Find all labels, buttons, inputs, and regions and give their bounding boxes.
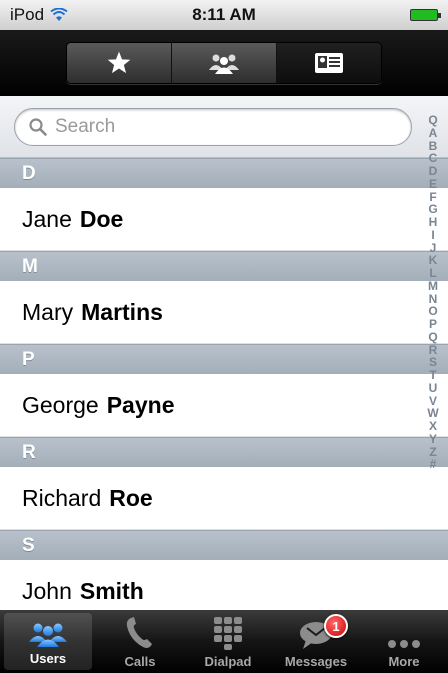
users-icon [29, 623, 67, 647]
tab-users[interactable]: Users [4, 613, 92, 670]
segment-contacts[interactable] [277, 43, 381, 83]
phone-icon [126, 617, 152, 648]
tab-label: Users [29, 651, 67, 666]
star-icon [107, 51, 131, 74]
contact-first-name: John [22, 577, 72, 604]
contact-first-name: George [22, 391, 99, 418]
index-letter[interactable]: M [428, 279, 438, 293]
search-placeholder: Search [55, 116, 116, 137]
tab-more[interactable]: More [360, 610, 448, 673]
tab-calls[interactable]: Calls [96, 610, 184, 673]
contact-row[interactable]: George Payne [0, 374, 448, 437]
segment-groups[interactable] [172, 43, 277, 83]
search-input[interactable]: Search [14, 108, 412, 146]
contact-last-name: Roe [109, 484, 153, 511]
alphabet-index[interactable]: Q A B C D E F G H I J K L M N O P Q R S T U V W X Y Z # [422, 114, 444, 471]
tab-label: More [388, 654, 420, 669]
section-letter: M [22, 255, 38, 277]
section-header: R [0, 437, 448, 467]
tab-label: Dialpad [204, 654, 252, 669]
tab-label: Calls [124, 654, 156, 669]
contact-row[interactable]: Richard Roe [0, 467, 448, 530]
dialpad-icon [214, 617, 242, 650]
section-header: S [0, 530, 448, 560]
unread-badge: 1 [324, 614, 348, 638]
status-bar: iPod 8:11 AM [0, 0, 448, 30]
tab-messages[interactable]: 1 Messages [272, 610, 360, 673]
index-letter[interactable]: A [429, 126, 438, 140]
contact-list: D Jane Doe M Mary Martins P George Payne… [0, 158, 448, 623]
section-letter: D [22, 162, 36, 184]
index-letter[interactable]: Q [428, 330, 437, 344]
index-letter[interactable]: X [429, 420, 437, 433]
index-letter[interactable]: # [430, 458, 437, 471]
contact-row[interactable]: Jane Doe [0, 188, 448, 251]
index-letter[interactable]: I [431, 228, 434, 242]
top-toolbar [0, 30, 448, 96]
view-segmented-control [66, 42, 382, 84]
index-letter[interactable]: Y [429, 432, 437, 446]
section-letter: P [22, 348, 35, 370]
index-letter[interactable]: T [429, 369, 436, 382]
contact-first-name: Richard [22, 484, 102, 511]
index-letter[interactable]: L [429, 267, 436, 280]
contact-last-name: Payne [106, 391, 175, 418]
section-header: D [0, 158, 448, 188]
section-header: M [0, 251, 448, 281]
contact-last-name: Smith [79, 577, 144, 604]
section-letter: S [22, 534, 35, 556]
search-bar: Search [0, 96, 448, 158]
group-icon [209, 54, 239, 74]
tab-bar: Users Calls Dialpad 1 Messages More [0, 610, 448, 673]
carrier-label: iPod [10, 5, 45, 24]
index-letter[interactable]: P [429, 318, 437, 331]
index-letter[interactable]: D [429, 165, 438, 178]
contact-first-name: Mary [22, 298, 74, 325]
search-icon [29, 118, 47, 136]
index-letter[interactable]: E [429, 177, 437, 191]
contact-first-name: Jane [22, 205, 72, 232]
tab-dialpad[interactable]: Dialpad [184, 610, 272, 673]
battery-icon [410, 9, 441, 21]
index-letter[interactable]: U [429, 381, 438, 395]
contact-card-icon [315, 53, 343, 73]
contact-last-name: Doe [79, 205, 124, 232]
tab-label: Messages [284, 654, 348, 669]
wifi-icon [50, 8, 68, 21]
more-icon [388, 640, 420, 648]
section-header: P [0, 344, 448, 374]
contact-last-name: Martins [81, 298, 163, 325]
index-letter[interactable]: Q [428, 114, 437, 127]
status-left: iPod [10, 5, 68, 25]
section-letter: R [22, 441, 36, 463]
index-letter[interactable]: H [429, 216, 438, 229]
contact-row[interactable]: Mary Martins [0, 281, 448, 344]
segment-favorites[interactable] [67, 43, 172, 83]
